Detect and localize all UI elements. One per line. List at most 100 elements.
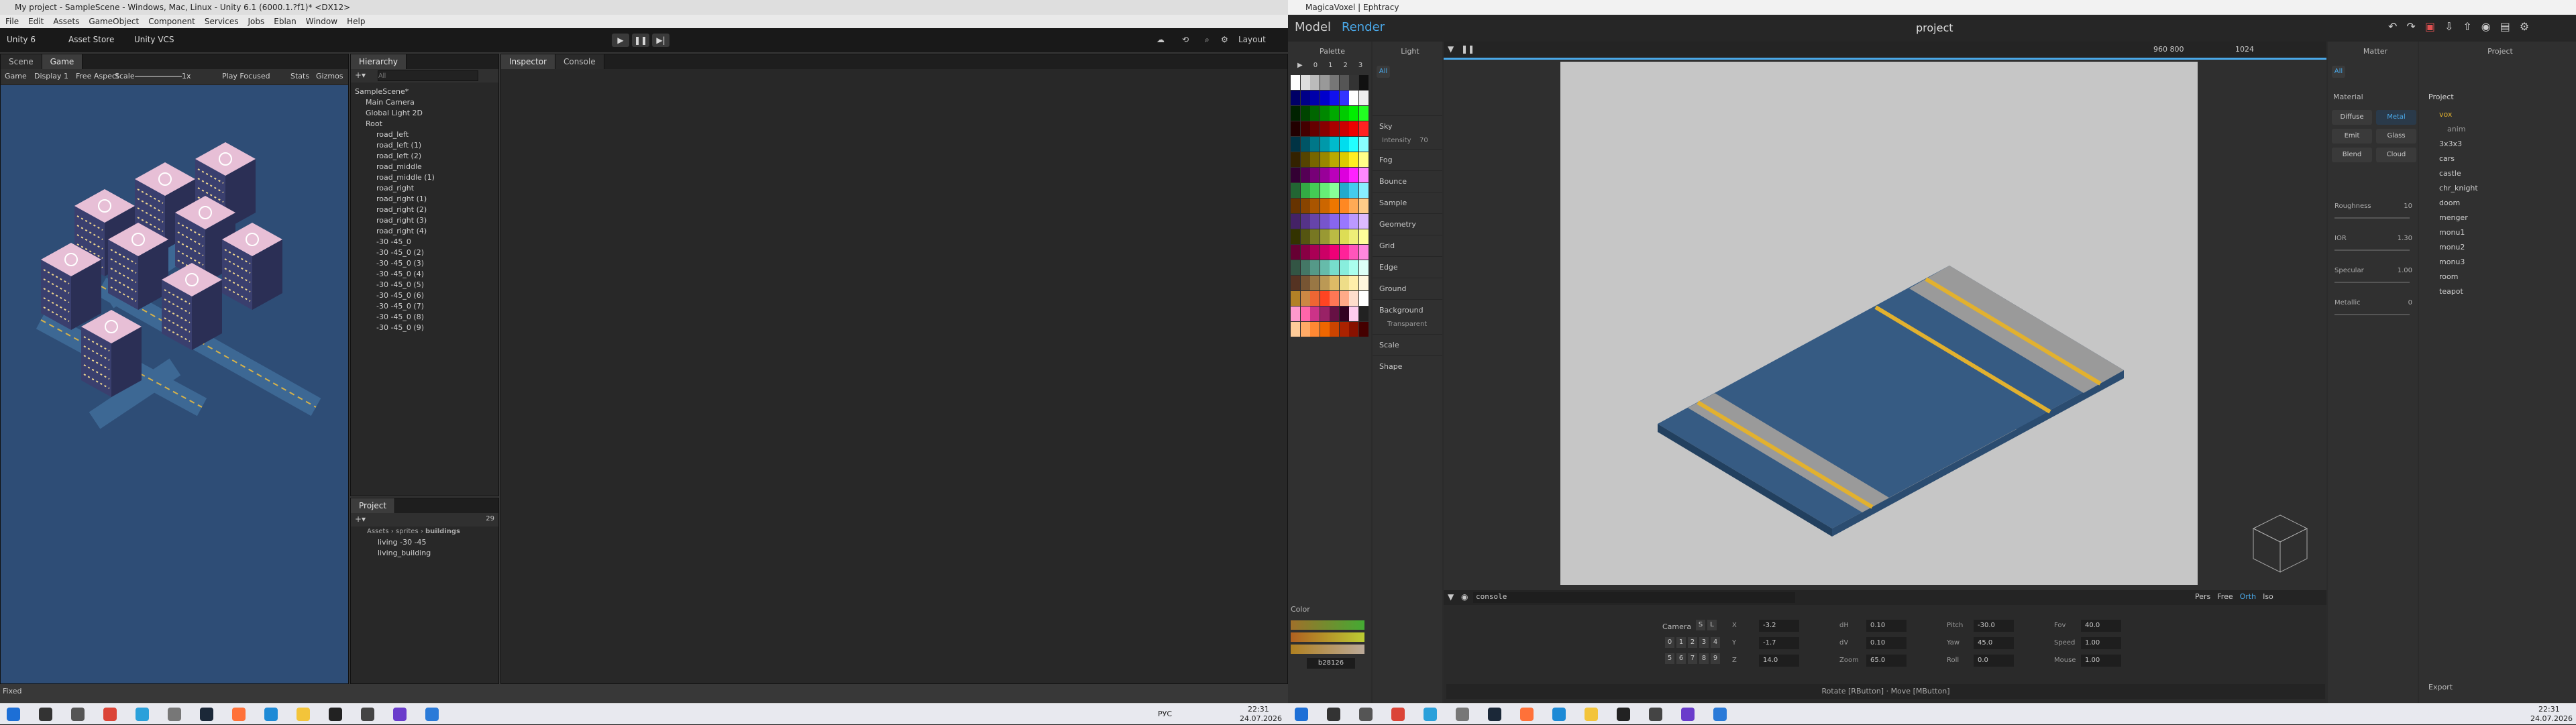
redo-icon[interactable]: ↷ <box>2406 20 2415 33</box>
clock-date[interactable]: 24.07.2026 <box>1240 714 1282 723</box>
project-file[interactable]: vox <box>2439 107 2567 122</box>
game-viewport[interactable] <box>1 85 348 683</box>
camera-field-value[interactable]: -1.7 <box>1759 637 1799 649</box>
firefox-icon[interactable] <box>1520 708 1534 721</box>
camera-field-value[interactable]: 0.10 <box>1866 620 1907 632</box>
palette-swatch[interactable] <box>1349 106 1358 121</box>
palette-swatch[interactable] <box>1330 152 1339 167</box>
hierarchy-item[interactable]: Root <box>351 119 498 129</box>
palette-swatch[interactable] <box>1310 245 1320 260</box>
palette-swatch[interactable] <box>1339 106 1349 121</box>
hierarchy-item[interactable]: road_left (1) <box>351 140 498 151</box>
palette-swatch[interactable] <box>1349 121 1358 136</box>
palette-swatch[interactable] <box>1291 168 1300 182</box>
palette-swatch[interactable] <box>1291 214 1300 229</box>
palette-swatch[interactable] <box>1300 152 1310 167</box>
hierarchy-item[interactable]: -30 -45_0 (7) <box>351 301 498 312</box>
palette-swatch[interactable] <box>1300 245 1310 260</box>
play-icon[interactable]: ▶ <box>612 34 629 47</box>
palette-swatch[interactable] <box>1339 306 1349 321</box>
camera-field-value[interactable]: 0.0 <box>1974 655 2014 667</box>
material-param-value[interactable]: 1.00 <box>2398 267 2412 274</box>
color-hex-field[interactable]: b28126 <box>1307 658 1355 669</box>
light-section-fog[interactable]: Fog <box>1373 149 1442 170</box>
palette-swatch[interactable] <box>1291 322 1300 337</box>
material-param-value[interactable]: 10 <box>2404 203 2412 210</box>
palette-swatch[interactable] <box>1339 168 1349 182</box>
settings-icon[interactable] <box>168 708 181 721</box>
palette-swatch[interactable] <box>1339 214 1349 229</box>
palette-swatch[interactable] <box>1320 306 1330 321</box>
settings-icon[interactable]: ⚙ <box>2520 20 2529 33</box>
camera-slot[interactable]: 2 <box>1688 637 1697 648</box>
palette-swatch[interactable] <box>1310 152 1320 167</box>
hierarchy-item[interactable]: road_right (2) <box>351 205 498 215</box>
palette-swatch[interactable] <box>1320 260 1330 275</box>
palette-swatch[interactable] <box>1330 214 1339 229</box>
image-icon[interactable]: ▤ <box>2500 20 2510 33</box>
palette-swatch[interactable] <box>1291 199 1300 213</box>
palette-swatch[interactable] <box>1358 276 1368 290</box>
light-section-geometry[interactable]: Geometry <box>1373 213 1442 235</box>
palette-swatch[interactable] <box>1291 106 1300 121</box>
search-icon[interactable] <box>39 708 52 721</box>
pause-icon[interactable]: ❚❚ <box>632 34 649 47</box>
palette-swatch[interactable] <box>1358 199 1368 213</box>
palette-swatch[interactable] <box>1310 106 1320 121</box>
hierarchy-item[interactable]: -30 -45_0 (6) <box>351 290 498 301</box>
palette-swatch[interactable] <box>1330 91 1339 105</box>
terminal-icon[interactable] <box>329 708 342 721</box>
palette-swatch[interactable] <box>1358 75 1368 90</box>
play-focused-dropdown[interactable]: Play Focused <box>222 69 270 84</box>
light-section-sample[interactable]: Sample <box>1373 192 1442 213</box>
gizmos-button[interactable]: Gizmos <box>316 69 343 84</box>
palette-swatch[interactable] <box>1358 183 1368 198</box>
history-icon[interactable]: ⟲ <box>1182 35 1189 44</box>
camera-field-value[interactable]: 40.0 <box>2081 620 2121 632</box>
palette-swatch[interactable] <box>1310 306 1320 321</box>
light-section-edge[interactable]: Edge <box>1373 256 1442 278</box>
scale-slider[interactable] <box>135 76 182 77</box>
camera-slot[interactable]: 5 <box>1665 653 1674 664</box>
palette-swatch[interactable] <box>1330 121 1339 136</box>
matter-filter-all[interactable]: All <box>2332 66 2345 78</box>
pause-icon[interactable]: ❚❚ <box>1461 44 1474 54</box>
project-file[interactable]: monu2 <box>2439 240 2567 255</box>
step-icon[interactable]: ▶| <box>652 34 669 47</box>
tab-console[interactable]: Console <box>555 54 604 69</box>
palette-swatch[interactable] <box>1300 214 1310 229</box>
project-file[interactable]: monu3 <box>2439 255 2567 270</box>
light-section-ground[interactable]: Ground <box>1373 278 1442 299</box>
material-param-value[interactable]: 0 <box>2408 299 2412 306</box>
light-section-sky[interactable]: Sky <box>1373 115 1442 137</box>
material-emit[interactable]: Emit <box>2332 129 2372 144</box>
palette-swatch[interactable] <box>1330 199 1339 213</box>
vscode-insiders-icon[interactable] <box>425 708 439 721</box>
edge-icon[interactable] <box>264 708 278 721</box>
menu-item[interactable]: Component <box>148 15 195 28</box>
light-filter-all[interactable]: All <box>1377 66 1390 78</box>
menu-item[interactable]: Help <box>347 15 365 28</box>
render-size[interactable]: 960 800 <box>2153 45 2184 54</box>
tab-inspector[interactable]: Inspector <box>501 54 555 69</box>
palette-swatch[interactable] <box>1349 291 1358 306</box>
camera-slot[interactable]: 9 <box>1711 653 1720 664</box>
material-param-slider[interactable] <box>2334 314 2410 315</box>
palette-swatch[interactable] <box>1310 137 1320 152</box>
palette-swatch[interactable] <box>1310 168 1320 182</box>
palette-swatch[interactable] <box>1291 91 1300 105</box>
import-icon[interactable]: ⇧ <box>2463 20 2471 33</box>
camera-field-value[interactable]: 1.00 <box>2081 637 2121 649</box>
hierarchy-item[interactable]: road_left (2) <box>351 151 498 162</box>
palette-swatch[interactable] <box>1320 276 1330 290</box>
render-samples[interactable]: 1024 <box>2235 45 2254 54</box>
telegram-icon[interactable] <box>1424 708 1437 721</box>
palette-swatch[interactable] <box>1339 137 1349 152</box>
palette-swatch[interactable] <box>1349 214 1358 229</box>
project-file[interactable]: chr_knight <box>2439 181 2567 196</box>
palette-swatch[interactable] <box>1300 106 1310 121</box>
palette-swatch[interactable] <box>1310 229 1320 244</box>
files-icon[interactable] <box>297 708 310 721</box>
save-icon[interactable]: ▣ <box>2425 20 2435 33</box>
palette-swatch[interactable] <box>1291 229 1300 244</box>
